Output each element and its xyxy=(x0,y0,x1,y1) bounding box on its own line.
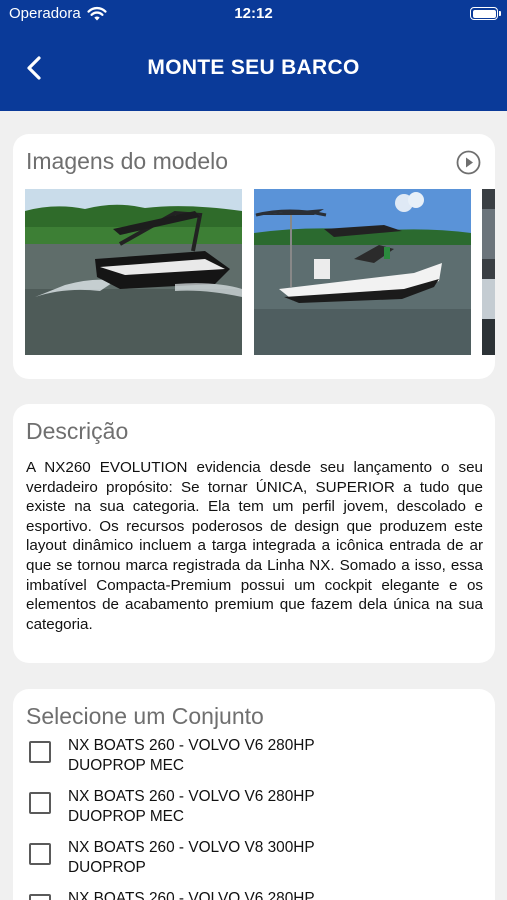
set-label: NX BOATS 260 - VOLVO V8 300HP DUOPROP xyxy=(68,839,315,876)
set-label: NX BOATS 260 - VOLVO V6 280HP xyxy=(68,890,315,900)
sets-section-title: Selecione um Conjunto xyxy=(26,703,264,729)
set-option[interactable]: NX BOATS 260 - VOLVO V6 280HP DUOPROP ME… xyxy=(29,787,469,831)
set-option[interactable]: NX BOATS 260 - VOLVO V6 280HP DUOPROP ME… xyxy=(29,736,469,780)
battery-icon xyxy=(470,7,501,20)
sets-card: Selecione um Conjunto NX BOATS 260 - VOL… xyxy=(13,689,495,900)
page-title: MONTE SEU BARCO xyxy=(147,56,360,79)
set-checkbox[interactable] xyxy=(29,894,51,900)
clock: 12:12 xyxy=(234,5,273,22)
set-label: NX BOATS 260 - VOLVO V6 280HP DUOPROP ME… xyxy=(68,737,315,774)
set-checkbox[interactable] xyxy=(29,792,51,814)
boat-image-2[interactable] xyxy=(254,189,471,355)
play-icon[interactable] xyxy=(456,150,481,175)
app-header: Operadora 12:12 MONTE SEU BARCO xyxy=(0,0,507,111)
model-images-card: Imagens do modelo xyxy=(13,134,495,379)
set-label: NX BOATS 260 - VOLVO V6 280HP DUOPROP ME… xyxy=(68,788,315,825)
boat-image-3[interactable] xyxy=(482,189,495,355)
set-checkbox[interactable] xyxy=(29,843,51,865)
description-text: A NX260 EVOLUTION evidencia desde seu la… xyxy=(26,459,483,633)
images-section-title: Imagens do modelo xyxy=(26,148,229,174)
description-section-title: Descrição xyxy=(26,418,129,444)
set-option[interactable]: NX BOATS 260 - VOLVO V6 280HP xyxy=(29,889,469,900)
status-bar: Operadora 12:12 xyxy=(0,0,507,30)
set-checkbox[interactable] xyxy=(29,741,51,763)
set-option[interactable]: NX BOATS 260 - VOLVO V8 300HP DUOPROP xyxy=(29,838,469,882)
description-card: Descrição A NX260 EVOLUTION evidencia de… xyxy=(13,404,495,663)
boat-image-1[interactable] xyxy=(25,189,242,355)
